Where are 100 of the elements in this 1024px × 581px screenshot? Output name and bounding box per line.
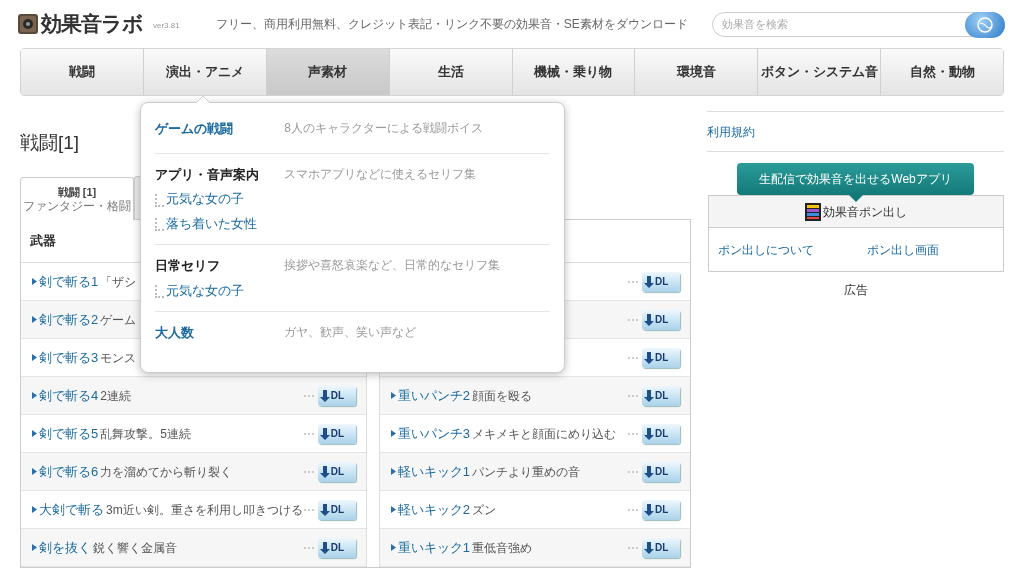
tree-branch-icon [155, 193, 166, 207]
web-app-banner[interactable]: 生配信で効果音を出せるWebアプリ [737, 163, 974, 195]
download-arrow-icon [319, 427, 330, 440]
sound-description: 乱舞攻撃。5連続 [100, 425, 191, 443]
download-arrow-icon [644, 275, 654, 288]
triangle-bullet-icon [32, 430, 37, 437]
sound-link[interactable]: 剣を抜く [39, 537, 91, 558]
download-arrow-icon [644, 313, 654, 326]
triangle-bullet-icon [32, 544, 37, 551]
download-button[interactable]: DL [642, 347, 680, 368]
triangle-bullet-icon [32, 392, 37, 399]
download-arrow-icon [644, 503, 654, 516]
nav-tab[interactable]: ボタン・システム音 [758, 49, 882, 95]
download-button[interactable]: DL [317, 499, 356, 520]
dots-icon [627, 393, 639, 398]
download-arrow-icon [319, 503, 330, 516]
triangle-bullet-icon [32, 468, 37, 475]
dots-icon [302, 507, 315, 512]
sound-link[interactable]: 剣で斬る2 [39, 309, 99, 330]
download-button[interactable]: DL [317, 461, 356, 482]
dots-icon [627, 545, 639, 550]
sound-description: 鋭く響く金属音 [93, 539, 177, 557]
download-button[interactable]: DL [642, 461, 680, 482]
sound-link[interactable]: 軽いキック2 [397, 499, 470, 520]
download-button[interactable]: DL [642, 499, 680, 520]
triangle-bullet-icon [32, 354, 37, 361]
terms-link[interactable]: 利用規約 [707, 122, 755, 141]
sound-link[interactable]: 剣で斬る5 [39, 423, 99, 444]
page-title: 戦闘[1] [20, 131, 81, 155]
dots-icon [627, 507, 639, 512]
triangle-bullet-icon [390, 506, 396, 513]
triangle-bullet-icon [390, 392, 396, 399]
download-arrow-icon [319, 389, 330, 402]
triangle-bullet-icon [390, 468, 396, 475]
sound-description: 顔面を殴る [471, 387, 532, 405]
dots-icon [627, 317, 639, 322]
app-title: 効果音ポン出し [823, 203, 907, 221]
app-icon [805, 202, 821, 221]
triangle-bullet-icon [32, 506, 37, 513]
category-link[interactable]: ゲームの戦闘 [155, 119, 285, 139]
speaker-icon [18, 13, 38, 35]
app-link[interactable]: ポン出し画面 [867, 240, 939, 259]
dots-icon [302, 469, 315, 474]
version-label: ver3.81 [153, 20, 180, 32]
dots-icon [302, 431, 315, 436]
download-arrow-icon [644, 351, 654, 364]
subcategory-link[interactable]: 元気な女の子 [166, 189, 245, 209]
dots-icon [302, 393, 315, 398]
download-arrow-icon [644, 541, 654, 554]
sound-link[interactable]: 軽いキック1 [397, 461, 470, 482]
sound-link[interactable]: 重いキック1 [397, 537, 470, 558]
download-button[interactable]: DL [642, 537, 680, 558]
tagline: フリー、商用利用無料、クレジット表記・リンク不要の効果音・SE素材をダウンロード [215, 16, 688, 33]
sound-link[interactable]: 剣で斬る6 [39, 461, 99, 482]
sound-description: モンス [100, 349, 137, 367]
category-heading: 日常セリフ [155, 257, 222, 275]
download-button[interactable]: DL [642, 423, 680, 444]
nav-tab[interactable]: 声素材 [266, 49, 390, 95]
download-button[interactable]: DL [317, 385, 356, 406]
download-button[interactable]: DL [317, 423, 356, 444]
sound-description: 3m近い剣。重さを利用し叩きつける [106, 501, 303, 519]
sound-description: 2連続 [100, 387, 131, 405]
category-link[interactable]: 大人数 [155, 323, 285, 343]
download-arrow-icon [644, 427, 654, 440]
sound-link[interactable]: 剣で斬る3 [39, 347, 99, 368]
triangle-bullet-icon [32, 316, 37, 323]
category-description: 8人のキャラクターによる戦闘ボイス [284, 120, 483, 137]
subcategory-link[interactable]: 落ち着いた女性 [166, 213, 258, 233]
sound-description: 「ザシ [100, 273, 137, 291]
dots-icon [302, 545, 315, 550]
sub-tab[interactable]: 戦闘 [1] ファンタジー・格闘 [20, 177, 134, 220]
globe-icon [976, 15, 994, 34]
dots-icon [627, 279, 639, 284]
download-button[interactable]: DL [642, 309, 680, 330]
search-button[interactable] [965, 11, 1005, 38]
tree-branch-icon [155, 285, 166, 298]
sound-description: メキメキと顔面にめり込む [471, 425, 616, 443]
sound-description: ゲーム [100, 311, 137, 329]
dots-icon [627, 431, 639, 436]
section-heading: 武器 [30, 232, 56, 251]
triangle-bullet-icon [32, 278, 37, 285]
app-link[interactable]: ポン出しについて [718, 240, 814, 259]
sound-link[interactable]: 重いパンチ3 [397, 423, 470, 444]
sound-link[interactable]: 大剣で斬る [39, 499, 104, 520]
dots-icon [627, 355, 639, 360]
triangle-bullet-icon [390, 544, 396, 551]
subcategory-link[interactable]: 元気な女の子 [166, 280, 245, 300]
site-logo[interactable]: 効果音ラボ [41, 8, 143, 40]
nav-tab[interactable]: 戦闘 [21, 49, 144, 95]
download-button[interactable]: DL [642, 271, 680, 292]
triangle-bullet-icon [390, 430, 396, 437]
download-button[interactable]: DL [317, 537, 356, 558]
sound-link[interactable]: 重いパンチ2 [397, 385, 470, 406]
sound-link[interactable]: 剣で斬る1 [39, 271, 99, 292]
category-description: ガヤ、歓声、笑い声など [284, 324, 417, 341]
download-button[interactable]: DL [642, 385, 680, 406]
download-arrow-icon [644, 389, 654, 402]
category-heading: アプリ・音声案内 [155, 165, 261, 184]
tree-branch-icon [155, 218, 166, 231]
sound-link[interactable]: 剣で斬る4 [39, 385, 99, 406]
